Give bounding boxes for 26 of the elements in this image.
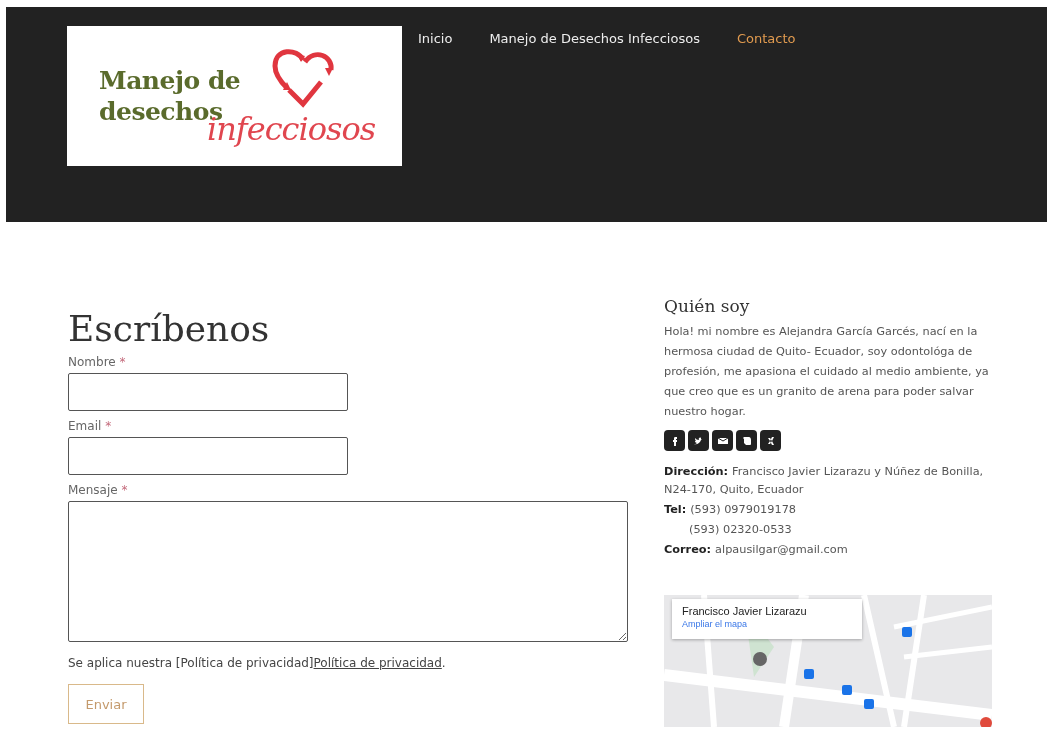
message-field[interactable] (68, 501, 628, 642)
twitter-icon[interactable] (688, 430, 709, 451)
email-icon[interactable] (712, 430, 733, 451)
field-label: Nombre * (68, 355, 127, 369)
map-place-name: Francisco Javier Lizarazu (682, 605, 808, 617)
nav-link[interactable]: Manejo de Desechos Infecciosos (489, 31, 700, 46)
contact-text: Tel: (593) 0979019178 (664, 502, 798, 518)
privacy-link[interactable]: Política de privacidad (313, 656, 442, 670)
field-label: Mensaje * (68, 483, 129, 497)
input-field[interactable] (68, 437, 348, 475)
privacy-text: Se aplica nuestra [Política de privacidad]Política de privacidad. (68, 656, 447, 670)
contact-text: Dirección: Francisco Javier Lizarazu y Núñez de Bonilla, N24-170, Quito, Ecuador (664, 464, 985, 498)
map-link[interactable]: Ampliar el mapa (682, 619, 852, 629)
form-title: Escríbenos (68, 308, 271, 349)
input-field[interactable] (68, 373, 348, 411)
nav-link[interactable]: Inicio (418, 31, 453, 46)
sidebar-title: Quién soy (664, 296, 751, 316)
contact-text: (593) 02320-0533 (688, 522, 793, 538)
xing-icon[interactable] (760, 430, 781, 451)
contact-text: Correo: alpausilgar@gmail.com (664, 542, 849, 558)
bio-text: Hola! mi nombre es Alejandra García Garcés, nací en la hermosa ciudad de Quito- Ecuador, soy odontológa de profesión, me apasiona el cuidado al medio ambiente, ya que creo que es un granito de arena para poder salvar nuestro hogar. (664, 324, 990, 420)
logo-text: Manejo de (99, 64, 241, 96)
field-label: Email * (68, 419, 113, 433)
nav-link[interactable]: Contacto (736, 31, 796, 46)
evernote-icon[interactable] (736, 430, 757, 451)
facebook-icon[interactable] (664, 430, 685, 451)
